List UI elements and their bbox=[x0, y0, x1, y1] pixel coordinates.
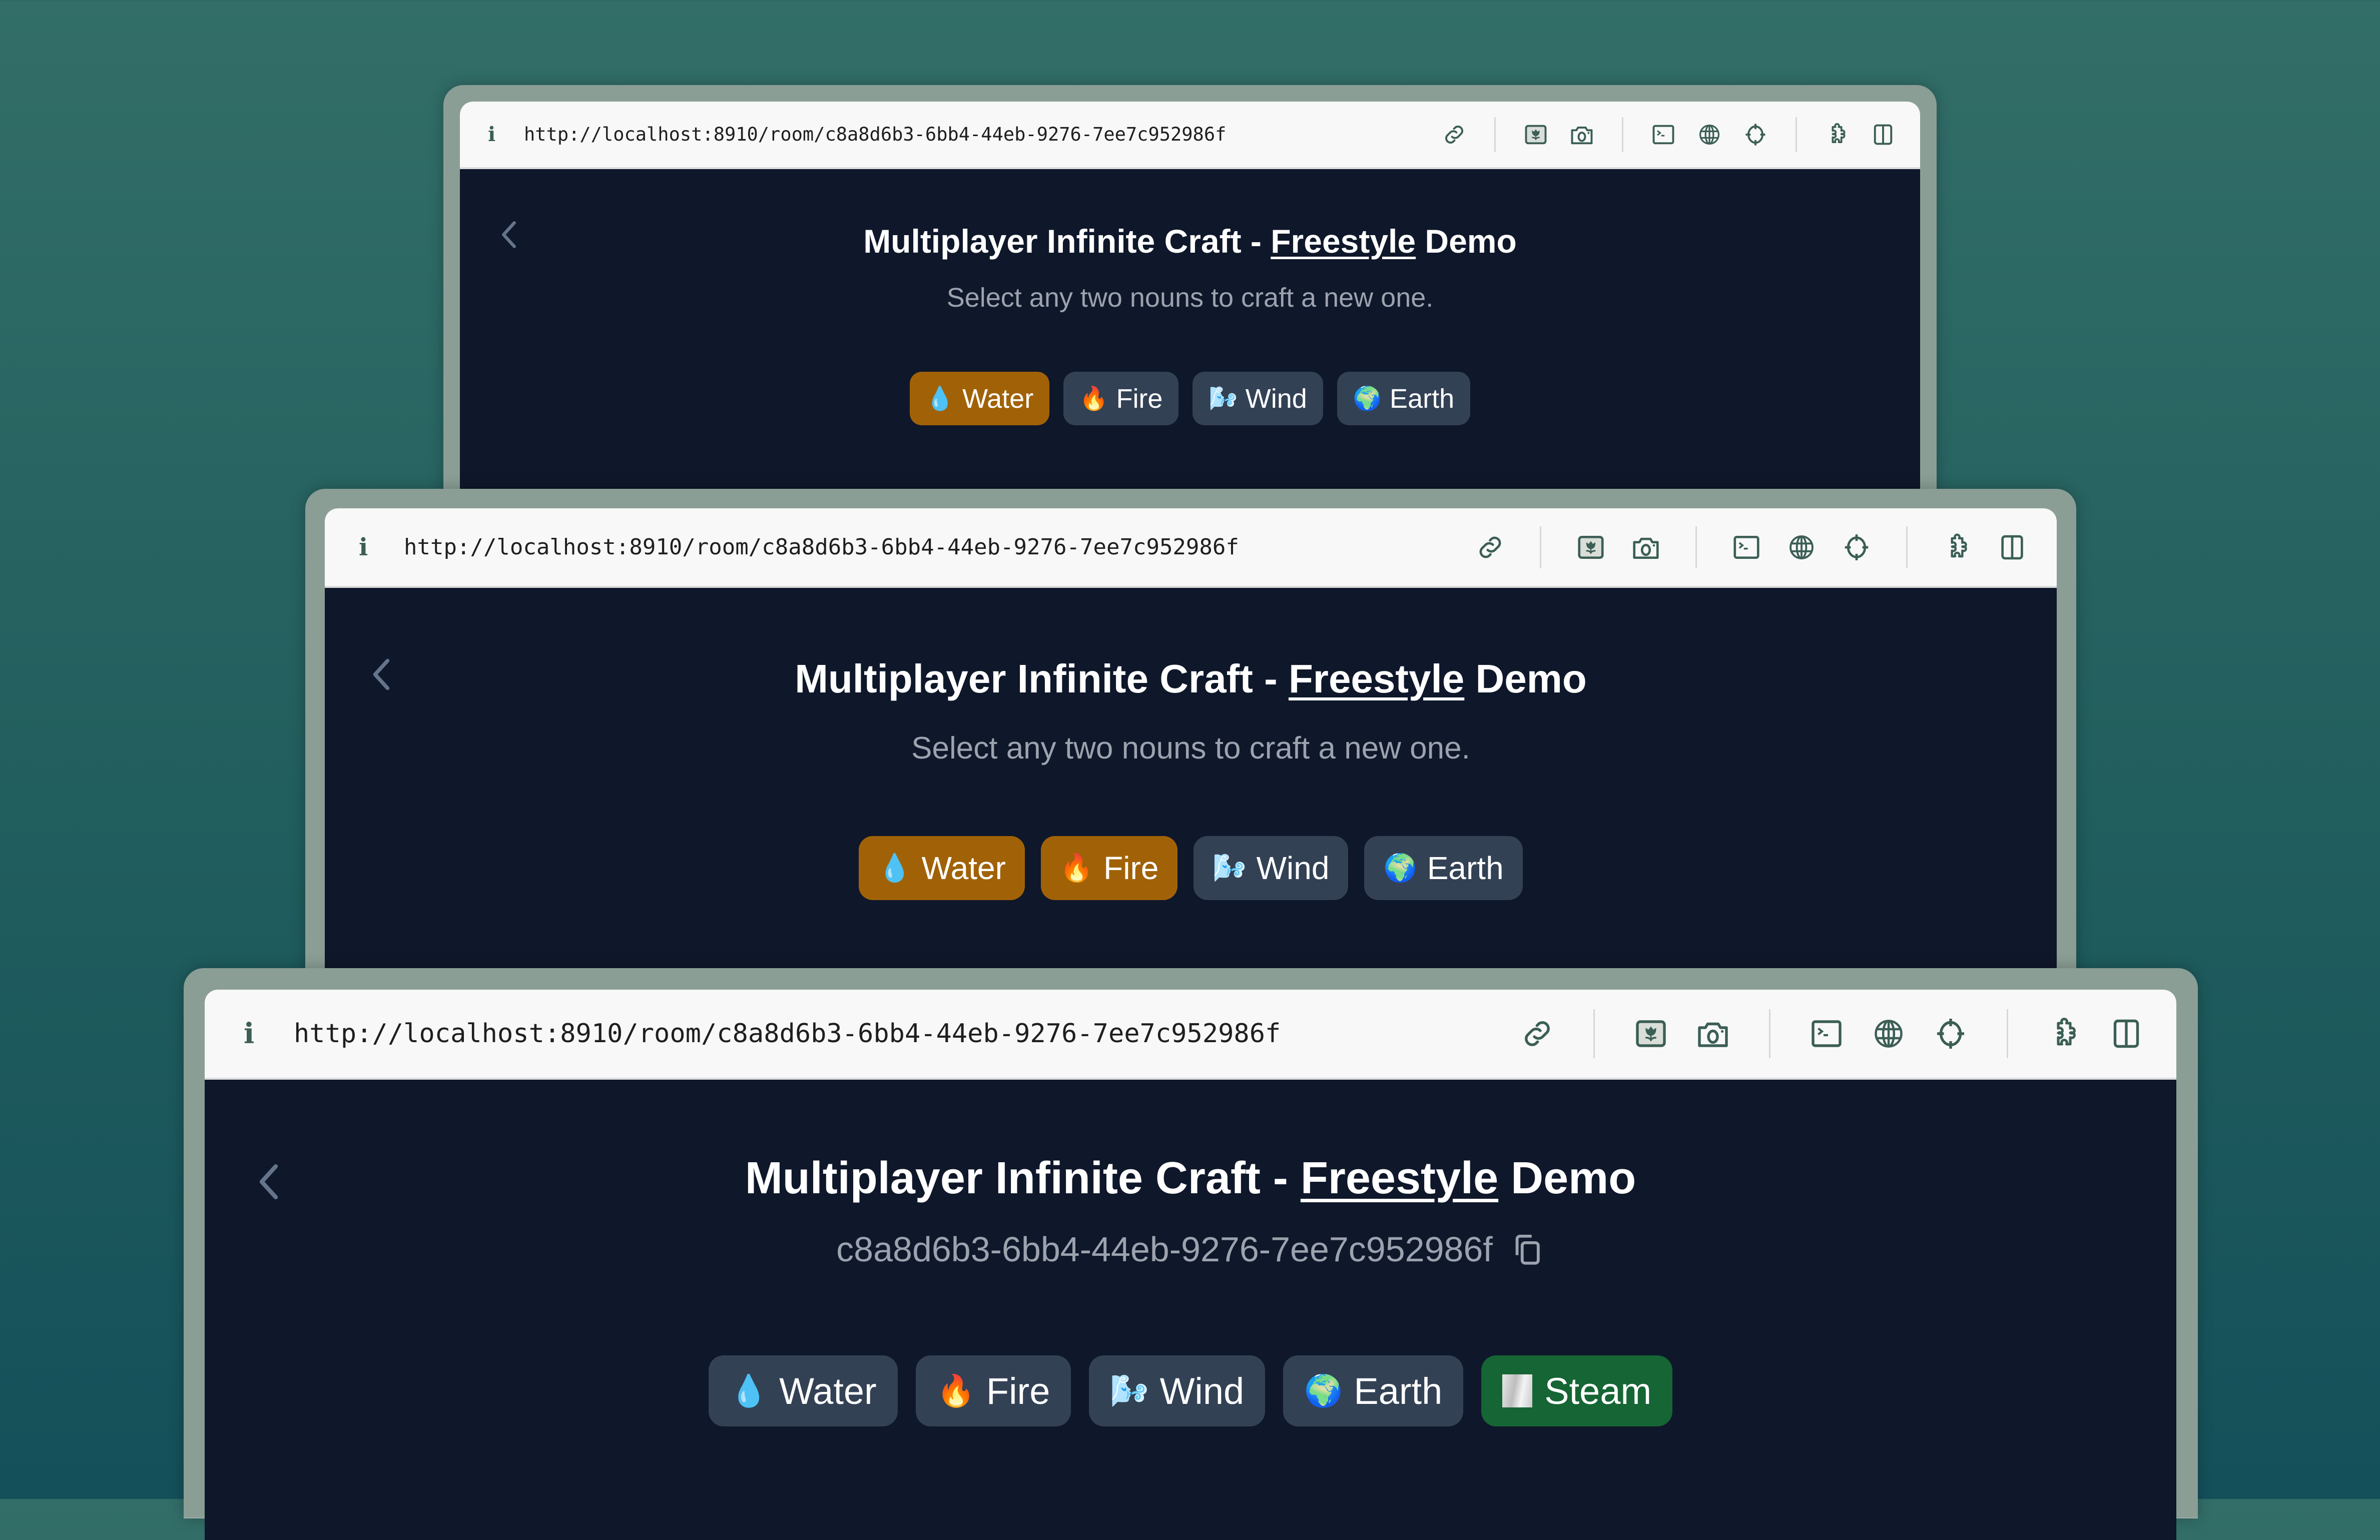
page-title: Multiplayer Infinite Craft - Freestyle D… bbox=[863, 223, 1517, 260]
earth-globe-icon: 🌍 bbox=[1353, 385, 1382, 411]
camera-icon[interactable] bbox=[1688, 1009, 1738, 1059]
terminal-icon[interactable] bbox=[1802, 1009, 1852, 1059]
wind-icon: 🌬️ bbox=[1209, 385, 1238, 411]
element-earth[interactable]: 🌍 Earth bbox=[1364, 836, 1523, 900]
toolbar-tools bbox=[1463, 526, 2040, 569]
page-subtitle: Select any two nouns to craft a new one. bbox=[911, 731, 1470, 765]
element-earth[interactable]: 🌍 Earth bbox=[1283, 1355, 1464, 1426]
room-id-row: c8a8d6b3-6bb4-44eb-9276-7ee7c952986f bbox=[205, 1229, 2176, 1269]
steam-image-icon bbox=[1502, 1374, 1533, 1407]
element-water[interactable]: 💧 Water bbox=[859, 836, 1025, 900]
freestyle-link[interactable]: Freestyle bbox=[1301, 1153, 1498, 1203]
toolbar-divider bbox=[1769, 1009, 1770, 1058]
wind-icon: 🌬️ bbox=[1213, 853, 1247, 883]
browser-viewport: i http://localhost:8910/room/c8a8d6b3-6b… bbox=[460, 102, 1920, 552]
globe-icon[interactable] bbox=[1780, 526, 1823, 569]
link-icon[interactable] bbox=[1469, 526, 1512, 569]
freestyle-link[interactable]: Freestyle bbox=[1289, 656, 1464, 701]
element-water[interactable]: 💧 Water bbox=[909, 372, 1050, 425]
link-icon[interactable] bbox=[1436, 117, 1472, 153]
page-subtitle: Select any two nouns to craft a new one. bbox=[946, 283, 1434, 313]
toolbar-divider bbox=[1593, 1009, 1595, 1058]
browser-toolbar: i http://localhost:8910/room/c8a8d6b3-6b… bbox=[205, 990, 2176, 1080]
element-fire[interactable]: 🔥 Fire bbox=[1040, 836, 1178, 900]
water-drop-icon: 💧 bbox=[729, 1373, 769, 1408]
crosshair-icon[interactable] bbox=[1835, 526, 1878, 569]
url-bar[interactable]: http://localhost:8910/room/c8a8d6b3-6bb4… bbox=[524, 124, 1226, 145]
element-list: 💧 Water 🔥 Fire 🌬️ Wind 🌍 Earth Steam bbox=[205, 1355, 2176, 1426]
url-bar[interactable]: http://localhost:8910/room/c8a8d6b3-6bb4… bbox=[404, 534, 1239, 560]
wind-icon: 🌬️ bbox=[1110, 1373, 1149, 1408]
image-icon[interactable] bbox=[1518, 117, 1554, 153]
element-wind[interactable]: 🌬️ Wind bbox=[1194, 836, 1349, 900]
info-icon[interactable]: i bbox=[244, 1017, 265, 1050]
page-title: Multiplayer Infinite Craft - Freestyle D… bbox=[745, 1153, 1636, 1203]
browser-window-1: i http://localhost:8910/room/c8a8d6b3-6b… bbox=[443, 85, 1937, 552]
element-earth[interactable]: 🌍 Earth bbox=[1337, 372, 1471, 425]
element-steam[interactable]: Steam bbox=[1481, 1355, 1673, 1426]
element-list: 💧 Water 🔥 Fire 🌬️ Wind 🌍 Earth bbox=[325, 836, 2057, 900]
toolbar-divider bbox=[1796, 117, 1797, 152]
split-view-icon[interactable] bbox=[1865, 117, 1901, 153]
copy-icon[interactable] bbox=[1510, 1232, 1545, 1267]
fire-icon: 🔥 bbox=[1059, 853, 1094, 883]
toolbar-divider bbox=[2007, 1009, 2008, 1058]
page-content: Multiplayer Infinite Craft - Freestyle D… bbox=[205, 1078, 2176, 1540]
camera-icon[interactable] bbox=[1564, 117, 1600, 153]
info-icon[interactable]: i bbox=[488, 123, 503, 146]
image-icon[interactable] bbox=[1626, 1009, 1676, 1059]
toolbar-divider bbox=[1622, 117, 1623, 152]
water-drop-icon: 💧 bbox=[878, 853, 912, 883]
fire-icon: 🔥 bbox=[1079, 385, 1108, 411]
water-drop-icon: 💧 bbox=[925, 385, 955, 411]
toolbar-divider bbox=[1906, 526, 1908, 568]
freestyle-link[interactable]: Freestyle bbox=[1271, 223, 1416, 260]
page-content: Multiplayer Infinite Craft - Freestyle D… bbox=[325, 586, 2057, 1009]
puzzle-icon[interactable] bbox=[1819, 117, 1855, 153]
toolbar-divider bbox=[1695, 526, 1697, 568]
split-view-icon[interactable] bbox=[1991, 526, 2034, 569]
puzzle-icon[interactable] bbox=[2039, 1009, 2089, 1059]
terminal-icon[interactable] bbox=[1645, 117, 1681, 153]
fire-icon: 🔥 bbox=[936, 1373, 975, 1408]
element-wind[interactable]: 🌬️ Wind bbox=[1193, 372, 1323, 425]
split-view-icon[interactable] bbox=[2101, 1009, 2151, 1059]
browser-viewport: i http://localhost:8910/room/c8a8d6b3-6b… bbox=[205, 990, 2176, 1540]
browser-viewport: i http://localhost:8910/room/c8a8d6b3-6b… bbox=[325, 508, 2057, 1009]
puzzle-icon[interactable] bbox=[1936, 526, 1979, 569]
toolbar-tools bbox=[1431, 117, 1906, 153]
browser-window-2: i http://localhost:8910/room/c8a8d6b3-6b… bbox=[305, 489, 2076, 1009]
earth-globe-icon: 🌍 bbox=[1304, 1373, 1343, 1408]
earth-globe-icon: 🌍 bbox=[1383, 853, 1417, 883]
room-id: c8a8d6b3-6bb4-44eb-9276-7ee7c952986f bbox=[836, 1230, 1493, 1269]
toolbar-divider bbox=[1494, 117, 1496, 152]
toolbar-divider bbox=[1540, 526, 1541, 568]
camera-icon[interactable] bbox=[1624, 526, 1667, 569]
link-icon[interactable] bbox=[1512, 1009, 1562, 1059]
image-icon[interactable] bbox=[1569, 526, 1612, 569]
toolbar-tools bbox=[1506, 1009, 2157, 1059]
element-fire[interactable]: 🔥 Fire bbox=[915, 1355, 1071, 1426]
element-water[interactable]: 💧 Water bbox=[708, 1355, 898, 1426]
crosshair-icon[interactable] bbox=[1926, 1009, 1976, 1059]
element-wind[interactable]: 🌬️ Wind bbox=[1089, 1355, 1266, 1426]
globe-icon[interactable] bbox=[1864, 1009, 1914, 1059]
browser-toolbar: i http://localhost:8910/room/c8a8d6b3-6b… bbox=[325, 508, 2057, 588]
globe-icon[interactable] bbox=[1691, 117, 1727, 153]
page-title: Multiplayer Infinite Craft - Freestyle D… bbox=[795, 656, 1587, 701]
browser-window-3: i http://localhost:8910/room/c8a8d6b3-6b… bbox=[184, 968, 2198, 1540]
info-icon[interactable]: i bbox=[359, 533, 377, 561]
browser-toolbar: i http://localhost:8910/room/c8a8d6b3-6b… bbox=[460, 102, 1920, 169]
element-fire[interactable]: 🔥 Fire bbox=[1063, 372, 1179, 425]
element-list: 💧 Water 🔥 Fire 🌬️ Wind 🌍 Earth bbox=[460, 372, 1920, 425]
terminal-icon[interactable] bbox=[1725, 526, 1768, 569]
crosshair-icon[interactable] bbox=[1737, 117, 1773, 153]
url-bar[interactable]: http://localhost:8910/room/c8a8d6b3-6bb4… bbox=[294, 1019, 1281, 1049]
